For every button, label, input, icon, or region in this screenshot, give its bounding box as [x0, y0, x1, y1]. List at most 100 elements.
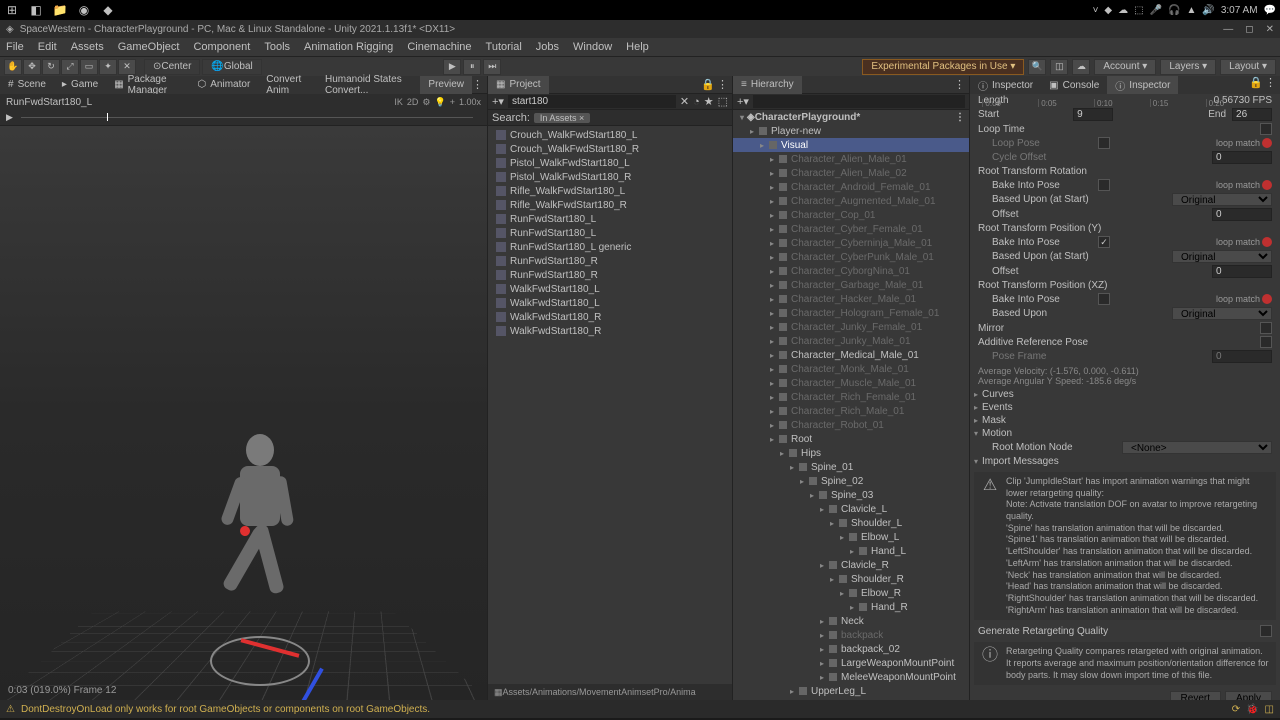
menu-tutorial[interactable]: Tutorial	[486, 41, 522, 53]
status-icon[interactable]: ◫	[1265, 704, 1274, 715]
tab-scene[interactable]: #Scene	[0, 76, 54, 94]
offset-rot[interactable]	[1212, 208, 1272, 221]
menu-file[interactable]: File	[6, 41, 24, 53]
bake-y-check[interactable]	[1098, 236, 1110, 248]
tab-console[interactable]: ▣ Console	[1041, 76, 1107, 94]
loop-pose-check[interactable]	[1098, 137, 1110, 149]
hierarchy-item[interactable]: ▸Player-new	[733, 124, 969, 138]
menu-edit[interactable]: Edit	[38, 41, 57, 53]
asset-item[interactable]: RunFwdStart180_L	[488, 212, 732, 226]
menu-icon[interactable]: ⋮	[717, 78, 728, 91]
asset-item[interactable]: WalkFwdStart180_L	[488, 296, 732, 310]
start-icon[interactable]: ⊞	[4, 2, 20, 18]
app-icon[interactable]: ◧	[28, 2, 44, 18]
tab-inspector[interactable]: ⓘ Inspector	[970, 76, 1041, 94]
hierarchy-item[interactable]: ▸Character_Cyber_Female_01	[733, 222, 969, 236]
cloud-icon[interactable]: ☁	[1072, 59, 1090, 75]
tab-option-icon[interactable]: ⋮	[472, 78, 483, 91]
menu-rigging[interactable]: Animation Rigging	[304, 41, 393, 53]
menu-assets[interactable]: Assets	[71, 41, 104, 53]
curves-foldout[interactable]: Curves	[970, 388, 1280, 401]
hierarchy-item[interactable]: ▸Character_Cyberninja_Male_01	[733, 236, 969, 250]
app2-icon[interactable]: ◆	[100, 2, 116, 18]
tray-icon[interactable]: ▲	[1186, 5, 1196, 16]
folder-icon[interactable]: 📁	[52, 2, 68, 18]
tab-game[interactable]: ▸Game	[54, 76, 106, 94]
based-upon-y[interactable]: Original	[1172, 250, 1272, 263]
add-icon[interactable]: +▾	[492, 95, 504, 108]
tab-package-manager[interactable]: ▦Package Manager	[106, 76, 189, 94]
hierarchy-item[interactable]: ▸Character_Alien_Male_01	[733, 152, 969, 166]
events-foldout[interactable]: Events	[970, 401, 1280, 414]
space-toggle[interactable]: 🌐 Global	[202, 59, 261, 75]
asset-item[interactable]: RunFwdStart180_L generic	[488, 240, 732, 254]
menu-tools[interactable]: Tools	[264, 41, 290, 53]
ik-toggle[interactable]: IK	[394, 97, 403, 107]
tab-project[interactable]: ▦ Project	[488, 76, 549, 94]
menu-icon[interactable]: ⋮	[1265, 76, 1276, 94]
status-icon[interactable]: ⟳	[1232, 704, 1240, 715]
filter-icon[interactable]: ◔	[693, 96, 700, 108]
filter-icon[interactable]: ⬚	[718, 95, 728, 108]
additive-check[interactable]	[1260, 336, 1272, 348]
tray-icon[interactable]: 🔊	[1202, 5, 1214, 16]
hierarchy-item[interactable]: ▸Character_Garbage_Male_01	[733, 278, 969, 292]
hand-tool[interactable]: ✋	[4, 59, 22, 75]
asset-item[interactable]: Rifle_WalkFwdStart180_L	[488, 184, 732, 198]
end-field[interactable]	[1232, 108, 1272, 121]
hierarchy-item[interactable]: ▸MeleeWeaponMountPoint	[733, 670, 969, 684]
play-button[interactable]: ▶	[443, 59, 461, 75]
tab-humanoid[interactable]: Humanoid States Convert...	[317, 76, 420, 94]
cycle-offset-field[interactable]	[1212, 151, 1272, 164]
rect-tool[interactable]: ▭	[80, 59, 98, 75]
project-search-input[interactable]	[508, 95, 676, 108]
search-icon[interactable]: 🔍	[1028, 59, 1046, 75]
account-dropdown[interactable]: Account ▾	[1094, 59, 1156, 75]
hierarchy-item[interactable]: ▸Visual	[733, 138, 969, 152]
hierarchy-item[interactable]: ▸UpperLeg_L	[733, 684, 969, 698]
play-icon[interactable]: ▶	[6, 112, 13, 123]
hierarchy-item[interactable]: ▸Character_Junky_Female_01	[733, 320, 969, 334]
hierarchy-item[interactable]: ▸Shoulder_L	[733, 516, 969, 530]
bake-xz-check[interactable]	[1098, 293, 1110, 305]
root-motion-dropdown[interactable]: <None>	[1122, 441, 1272, 454]
tab-animator[interactable]: ⬡Animator	[190, 76, 259, 94]
hierarchy-item[interactable]: ▸Clavicle_R	[733, 558, 969, 572]
hierarchy-item[interactable]: ▸Spine_03	[733, 488, 969, 502]
hierarchy-item[interactable]: ▸Character_Hologram_Female_01	[733, 306, 969, 320]
menu-jobs[interactable]: Jobs	[536, 41, 559, 53]
clock[interactable]: 3:07 AM	[1221, 5, 1258, 16]
hierarchy-item[interactable]: ▸Hips	[733, 446, 969, 460]
hierarchy-item[interactable]: ▸Character_Muscle_Male_01	[733, 376, 969, 390]
asset-item[interactable]: RunFwdStart180_R	[488, 254, 732, 268]
hierarchy-item[interactable]: ▸Character_Augmented_Male_01	[733, 194, 969, 208]
hierarchy-item[interactable]: ▸Character_CyberPunk_Male_01	[733, 250, 969, 264]
add-icon[interactable]: +▾	[737, 95, 749, 108]
close-button[interactable]: ✕	[1266, 24, 1274, 35]
scale-tool[interactable]: ⤢	[61, 59, 79, 75]
hierarchy-item[interactable]: ▸Root	[733, 432, 969, 446]
light-icon[interactable]: 💡	[434, 97, 445, 108]
hierarchy-item[interactable]: ▸UpperLeg_R	[733, 698, 969, 700]
tray-icon[interactable]: 🎤	[1150, 5, 1162, 16]
custom-tool[interactable]: ✕	[118, 59, 136, 75]
status-icon[interactable]: 🐞	[1246, 704, 1258, 715]
hierarchy-item[interactable]: ▸Character_Monk_Male_01	[733, 362, 969, 376]
lock-icon[interactable]: 🔒	[701, 78, 715, 91]
motion-foldout[interactable]: Motion	[970, 427, 1280, 440]
tab-preview[interactable]: Preview	[420, 76, 472, 94]
lock-icon[interactable]: 🔒	[1249, 76, 1263, 94]
tab-inspector-2[interactable]: ⓘ Inspector	[1107, 76, 1178, 94]
apply-button[interactable]: Apply	[1225, 691, 1272, 700]
hierarchy-item[interactable]: ▸Spine_02	[733, 474, 969, 488]
clear-search-icon[interactable]: ✕	[680, 95, 689, 108]
tab-convert[interactable]: Convert Anim	[258, 76, 317, 94]
based-upon-rot[interactable]: Original	[1172, 193, 1272, 206]
filter-icon[interactable]: ★	[704, 95, 714, 108]
asset-item[interactable]: WalkFwdStart180_R	[488, 310, 732, 324]
hierarchy-item[interactable]: ▸Hand_R	[733, 600, 969, 614]
hierarchy-item[interactable]: ▸Character_Hacker_Male_01	[733, 292, 969, 306]
revert-button[interactable]: Revert	[1170, 691, 1221, 700]
asset-item[interactable]: WalkFwdStart180_R	[488, 324, 732, 338]
add-icon[interactable]: +	[450, 97, 455, 107]
